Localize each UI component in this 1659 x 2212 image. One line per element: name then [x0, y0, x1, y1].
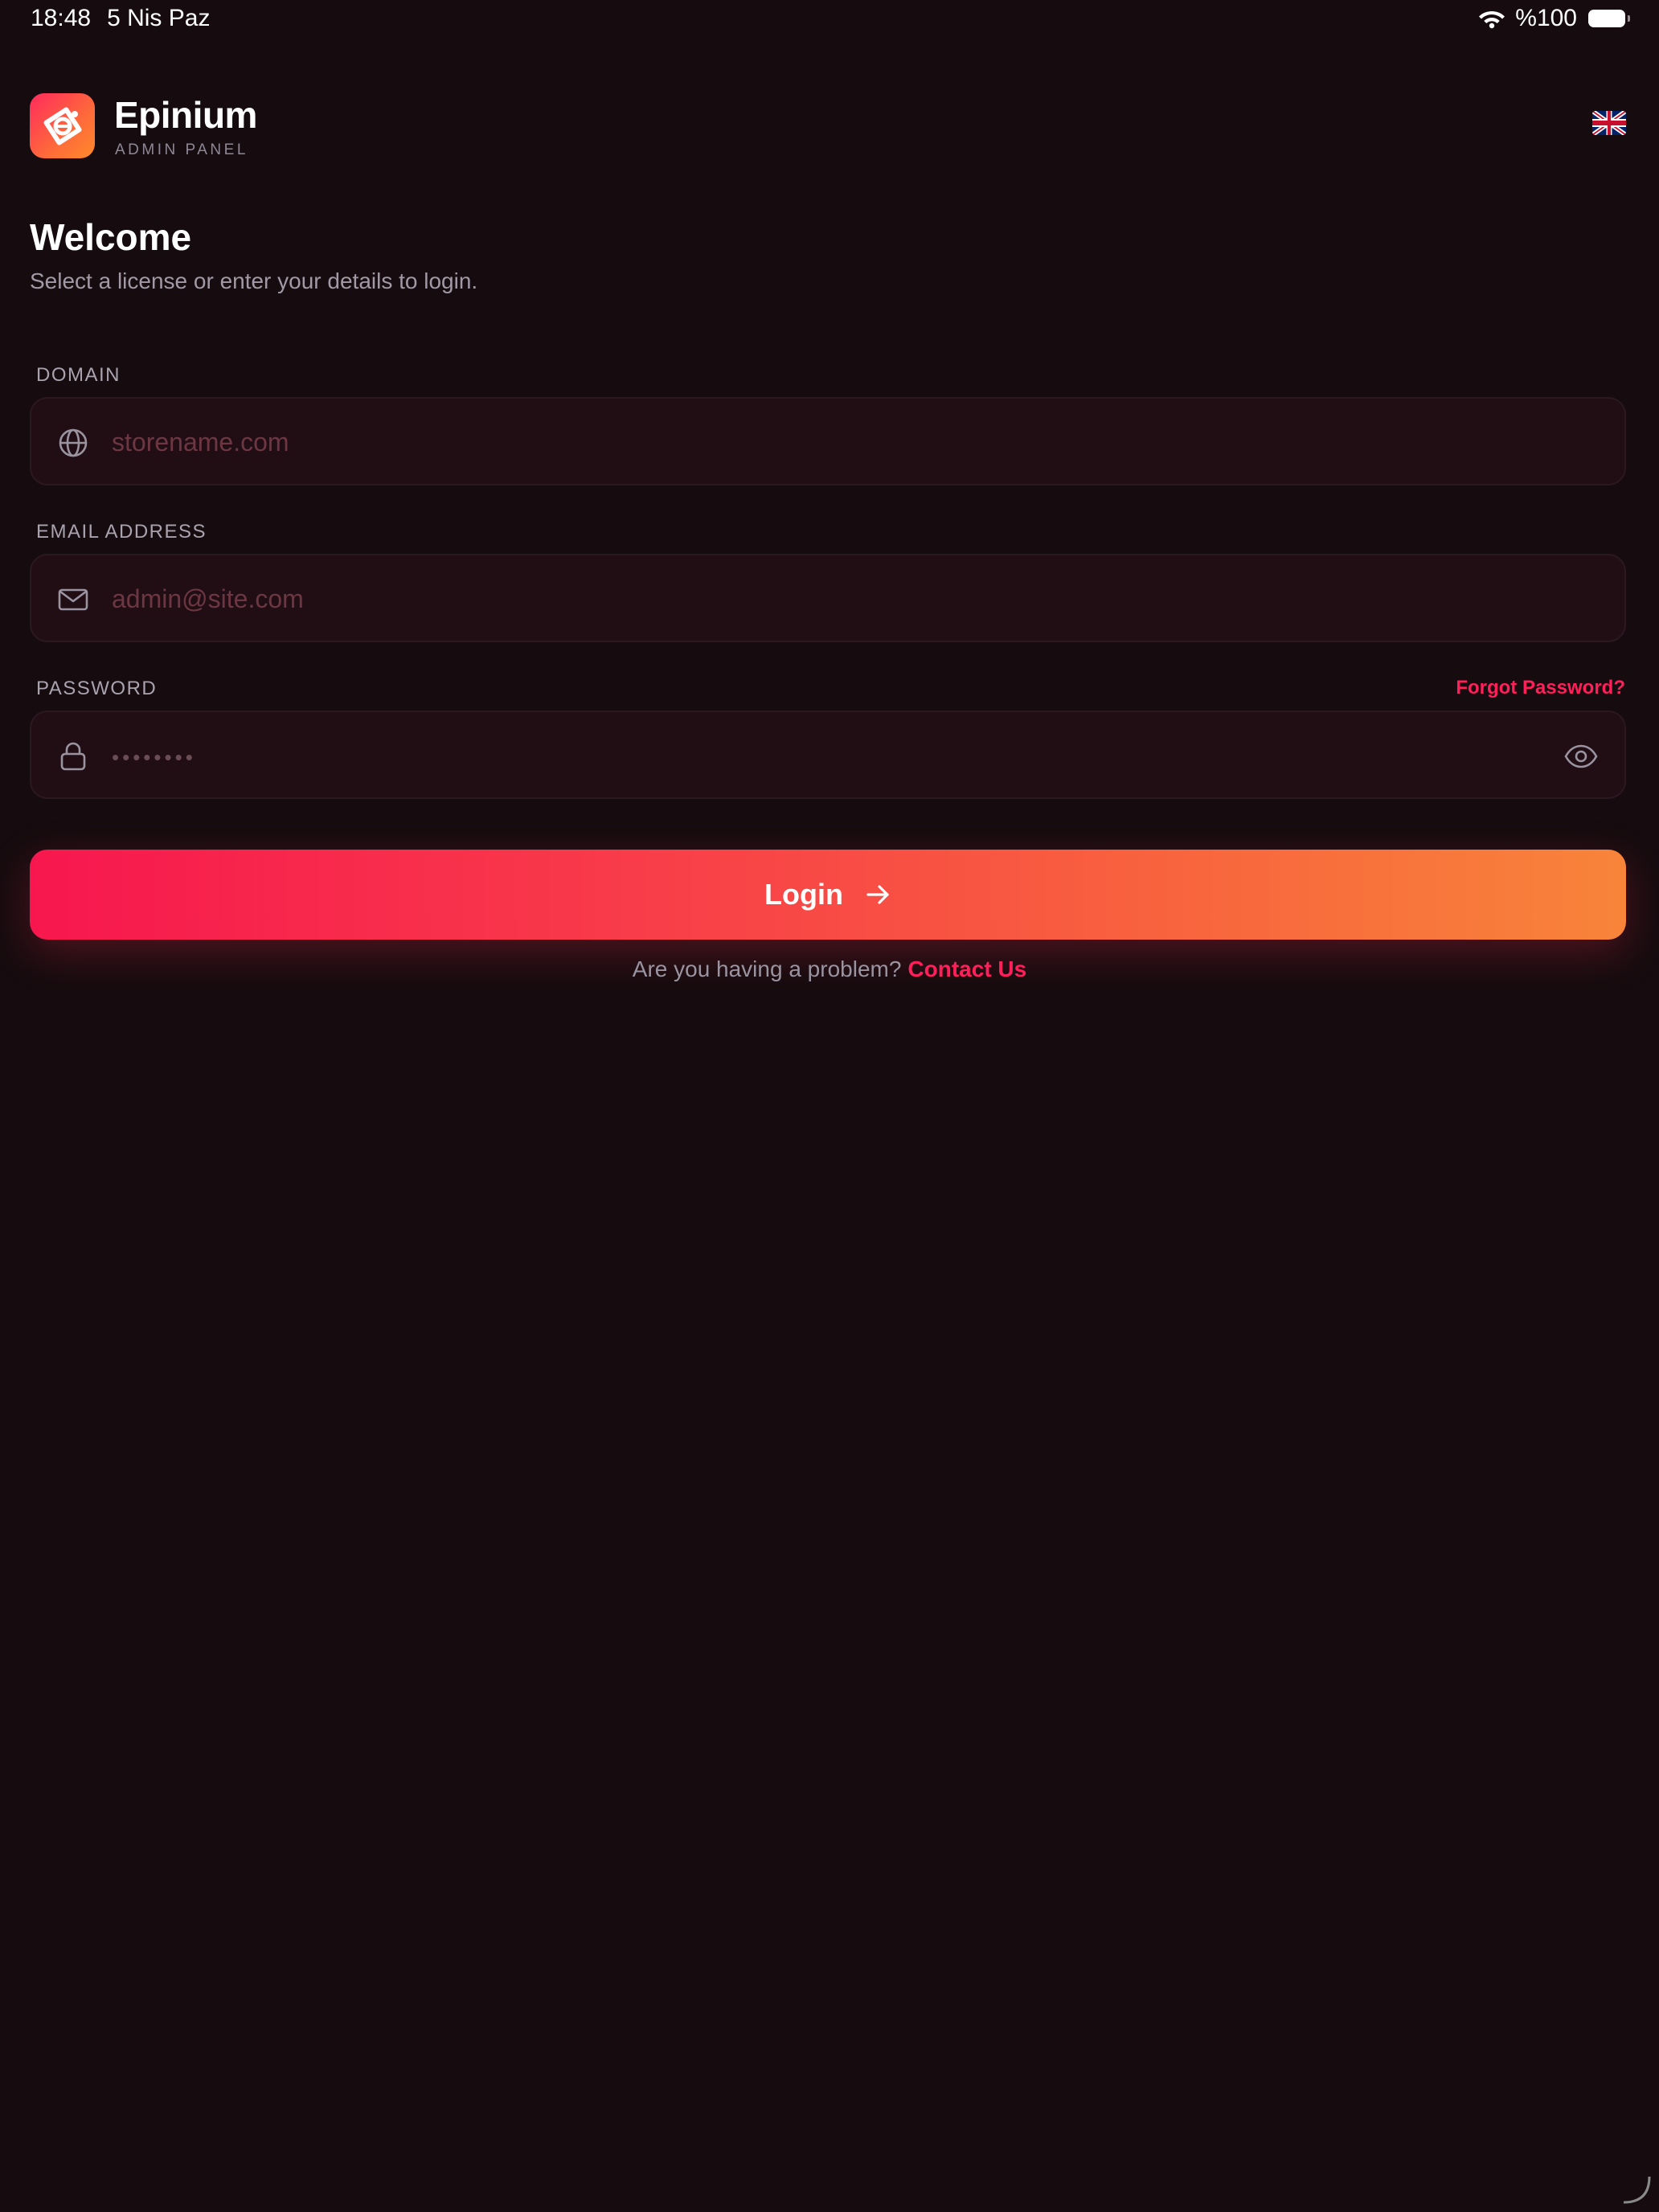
arrow-right-icon [866, 885, 889, 904]
password-label: PASSWORD [36, 678, 158, 699]
password-field[interactable] [30, 711, 1626, 799]
battery-percent: %100 [1515, 5, 1577, 31]
email-input[interactable] [110, 555, 1544, 642]
language-selector[interactable] [1592, 111, 1626, 135]
email-field[interactable] [30, 554, 1626, 642]
email-label: EMAIL ADDRESS [36, 521, 207, 543]
login-label: Login [764, 878, 843, 911]
wifi-icon [1479, 11, 1505, 29]
uk-flag-icon [1592, 111, 1626, 135]
status-left: 18:48 5 Nis Paz [31, 5, 210, 32]
domain-label: DOMAIN [36, 364, 121, 386]
app-logo [30, 93, 95, 158]
app-name: Epinium [114, 94, 257, 136]
help-row: Are you having a problem? Contact Us [0, 956, 1659, 982]
status-bar: 18:48 5 Nis Paz %100 [0, 0, 1659, 37]
status-date: 5 Nis Paz [107, 5, 211, 31]
status-time: 18:48 [31, 5, 92, 31]
eye-icon[interactable] [1563, 739, 1599, 774]
globe-icon [59, 428, 88, 457]
domain-field[interactable] [30, 397, 1626, 485]
resize-corner-icon [1623, 2176, 1651, 2204]
lock-icon [60, 742, 86, 771]
password-input[interactable] [110, 712, 1544, 799]
help-text: Are you having a problem? [632, 956, 902, 981]
app-subtitle: ADMIN PANEL [115, 141, 248, 158]
status-right: %100 [1478, 5, 1630, 32]
domain-input[interactable] [110, 399, 1544, 485]
welcome-title: Welcome [30, 216, 192, 258]
welcome-subtitle: Select a license or enter your details t… [30, 268, 478, 293]
mail-icon [58, 588, 88, 611]
epinium-logo-icon [43, 106, 82, 145]
contact-us-link[interactable]: Contact Us [907, 956, 1026, 981]
battery-icon [1588, 10, 1630, 27]
forgot-password-link[interactable]: Forgot Password? [1456, 677, 1625, 699]
app-header: Epinium ADMIN PANEL [30, 93, 1629, 161]
login-button[interactable]: Login [30, 850, 1626, 940]
